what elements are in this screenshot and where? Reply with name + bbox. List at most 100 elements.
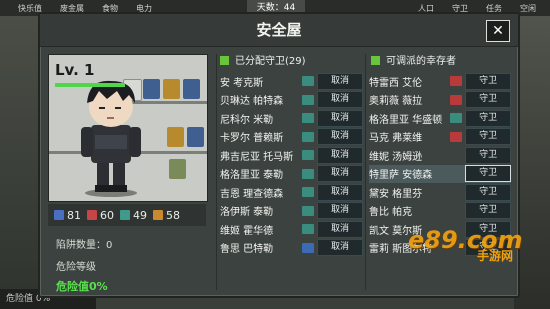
list-item[interactable]: 尼科尔 米勒 取消 <box>220 109 364 128</box>
stat-value: 60 <box>100 208 114 222</box>
survivor-name: 维妮 汤姆逊 <box>369 151 423 163</box>
list-item[interactable]: 洛伊斯 泰勒 取消 <box>220 202 364 221</box>
assign-guard-button[interactable]: 守卫 <box>465 146 511 164</box>
cancel-guard-button[interactable]: 取消 <box>317 202 363 220</box>
survivor-name: 吉恩 理查德森 <box>220 188 284 200</box>
skill-icon <box>302 242 314 253</box>
background-left <box>0 16 40 309</box>
survivor-name: 贝琳达 帕特森 <box>220 96 284 108</box>
list-item[interactable]: 弗吉尼亚 托马斯 取消 <box>220 146 364 165</box>
survivor-name: 鲁思 巴特勒 <box>220 244 274 256</box>
assign-guard-button[interactable]: 守卫 <box>465 91 511 109</box>
cancel-guard-button[interactable]: 取消 <box>317 146 363 164</box>
dialog-title: 安全屋 <box>40 14 518 47</box>
stat-value: 49 <box>133 208 147 222</box>
skill-icon <box>302 224 314 235</box>
cancel-guard-button[interactable]: 取消 <box>317 128 363 146</box>
list-item[interactable]: 格洛里亚 泰勒 取消 <box>220 165 364 184</box>
survivor-name: 格洛里亚 泰勒 <box>220 170 284 182</box>
list-item[interactable]: 鲁比 帕克 守卫 <box>369 202 511 221</box>
assign-guard-button[interactable]: 守卫 <box>465 165 511 183</box>
cancel-guard-button[interactable]: 取消 <box>317 165 363 183</box>
guard-list-icon <box>220 56 229 65</box>
stat-combat: 60 <box>87 209 114 222</box>
list-item[interactable]: 鲁思 巴特勒 取消 <box>220 239 364 258</box>
list-item[interactable]: 贝琳达 帕特森 取消 <box>220 91 364 110</box>
cancel-guard-button[interactable]: 取消 <box>317 183 363 201</box>
stat-intellect: 58 <box>153 209 180 222</box>
cancel-guard-button[interactable]: 取消 <box>317 239 363 257</box>
stat-strength: 81 <box>54 209 81 222</box>
skill-icon <box>302 131 314 142</box>
assign-guard-button[interactable]: 守卫 <box>465 183 511 201</box>
danger-value: 危险值0% <box>56 280 108 293</box>
survivor-name: 卡罗尔 普赖斯 <box>220 133 284 145</box>
combat-icon <box>87 210 97 220</box>
skill-icon <box>450 150 462 160</box>
intellect-icon <box>153 210 163 220</box>
survivor-name: 黛安 格里芬 <box>369 188 423 200</box>
skill-icon <box>450 94 463 105</box>
cancel-guard-button[interactable]: 取消 <box>317 72 363 90</box>
assign-guard-button[interactable]: 守卫 <box>465 202 511 220</box>
survivor-name: 特里萨 安德森 <box>369 170 433 182</box>
assign-guard-button[interactable]: 守卫 <box>465 109 511 127</box>
close-button[interactable]: ✕ <box>486 20 510 42</box>
skill-icon <box>302 187 314 198</box>
list-item[interactable]: 维姬 霍华德 取消 <box>220 220 364 239</box>
hud-idle: 空闲 <box>519 3 536 13</box>
skill-icon <box>450 131 463 142</box>
list-item[interactable]: 安 考克斯 取消 <box>220 72 364 91</box>
list-item[interactable]: 奥莉薇 薇拉 守卫 <box>369 91 511 110</box>
assign-guard-button[interactable]: 守卫 <box>465 72 511 90</box>
survivor-name: 特雷西 艾伦 <box>369 77 423 89</box>
skill-icon <box>302 113 314 124</box>
list-item[interactable]: 吉恩 理查德森 取消 <box>220 183 364 202</box>
skill-icon <box>302 205 314 216</box>
divider <box>216 54 217 290</box>
stat-value: 81 <box>67 208 81 222</box>
survivor-name: 维姬 霍华德 <box>220 225 274 237</box>
strength-icon <box>54 210 64 220</box>
stat-stamina: 49 <box>120 209 147 222</box>
danger-level-label: 危险等级 <box>56 262 96 273</box>
survivor-name: 鲁比 帕克 <box>369 207 413 219</box>
divider <box>365 54 366 290</box>
survivor-name: 奥莉薇 薇拉 <box>369 96 423 108</box>
list-item[interactable]: 特雷西 艾伦 守卫 <box>369 72 511 91</box>
list-item[interactable]: 卡罗尔 普赖斯 取消 <box>220 128 364 147</box>
list-item[interactable]: 特里萨 安德森 守卫 <box>369 164 511 183</box>
cancel-guard-button[interactable]: 取消 <box>317 220 363 238</box>
safehouse-dialog: 安全屋 ✕ Lv. 1 81 60 49 58 陷阱数量：0 危险等级 危险值0… <box>38 12 520 298</box>
assigned-guards-header: 已分配守卫(29) <box>220 54 306 70</box>
skill-icon <box>450 169 462 179</box>
skill-icon <box>302 168 314 179</box>
skill-icon <box>450 76 463 87</box>
list-item[interactable]: 马克 弗莱维 守卫 <box>369 128 511 147</box>
survivor-name: 弗吉尼亚 托马斯 <box>220 151 294 163</box>
available-survivors-header: 可调派的幸存者 <box>371 54 456 70</box>
skill-icon <box>302 76 314 87</box>
character-level: Lv. 1 <box>55 61 95 79</box>
survivor-name: 格洛里亚 华盛顿 <box>369 114 443 126</box>
assigned-header-text: 已分配守卫(29) <box>235 56 306 67</box>
cancel-guard-button[interactable]: 取消 <box>317 91 363 109</box>
survivor-name: 尼科尔 米勒 <box>220 114 274 126</box>
skill-icon <box>302 150 314 161</box>
list-item[interactable]: 维妮 汤姆逊 守卫 <box>369 146 511 165</box>
traps-count: 陷阱数量：0 <box>56 240 113 251</box>
assign-guard-button[interactable]: 守卫 <box>465 128 511 146</box>
skill-icon <box>450 206 462 216</box>
character-panel: Lv. 1 81 60 49 58 陷阱数量：0 危险等级 危险值0% <box>48 54 208 293</box>
cancel-guard-button[interactable]: 取消 <box>317 109 363 127</box>
survivor-list-icon <box>371 56 380 65</box>
survivor-name: 马克 弗莱维 <box>369 133 423 145</box>
watermark-subtitle: 手游网 <box>477 249 514 263</box>
stat-value: 58 <box>166 208 180 222</box>
available-header-text: 可调派的幸存者 <box>386 56 456 67</box>
list-item[interactable]: 黛安 格里芬 守卫 <box>369 183 511 202</box>
character-portrait: Lv. 1 <box>48 54 208 202</box>
level-progress-bar <box>55 83 125 87</box>
skill-icon <box>450 113 463 124</box>
list-item[interactable]: 格洛里亚 华盛顿 守卫 <box>369 109 511 128</box>
